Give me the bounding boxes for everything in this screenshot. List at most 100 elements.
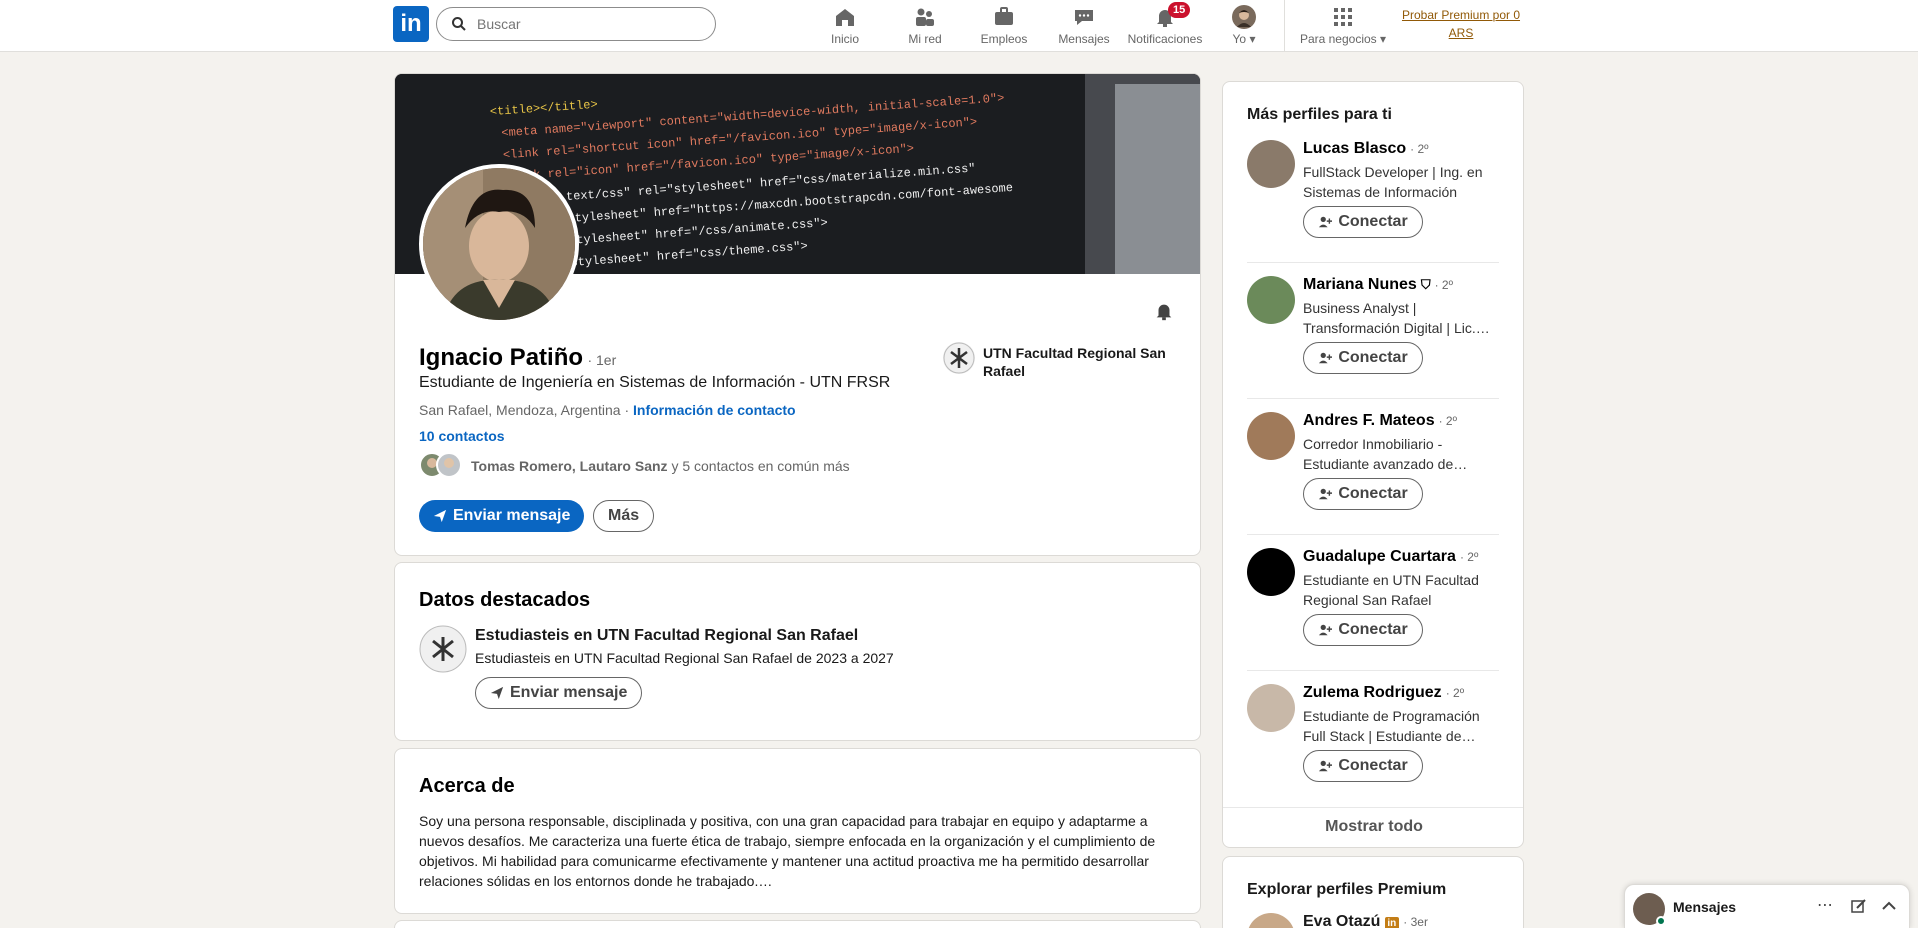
profile-headline: Estudiante de Programación Full Stack | …	[1303, 708, 1480, 744]
about-text: Soy una persona responsable, disciplinad…	[419, 813, 1156, 889]
highlight-send-message-label: Enviar mensaje	[510, 684, 628, 701]
mutual-connections[interactable]: Tomas Romero, Lautaro Sanz y 5 contactos…	[471, 458, 850, 474]
premium-profiles-card: Explorar perfiles Premium Eva Otazú in ·…	[1222, 856, 1524, 928]
compose-icon[interactable]	[1851, 898, 1867, 914]
people-icon	[916, 8, 934, 26]
connect-button[interactable]: Conectar	[1303, 614, 1423, 646]
profile-headline: Estudiante de Ingeniería en Sistemas de …	[419, 374, 891, 391]
bell-icon[interactable]	[1153, 300, 1175, 322]
search-input[interactable]	[477, 16, 677, 32]
user-avatar-icon	[1232, 5, 1256, 29]
profile-location: San Rafael, Mendoza, Argentina ·	[419, 402, 630, 418]
profile-name-row[interactable]: Lucas Blasco · 2º	[1303, 140, 1429, 158]
profile-headline: Estudiante en UTN Facultad Regional San …	[1303, 572, 1479, 608]
mutual-avatars	[419, 452, 463, 478]
school-logo	[943, 342, 975, 374]
profile-avatar[interactable]	[1247, 684, 1295, 732]
contact-info-link[interactable]: Información de contacto	[633, 402, 796, 418]
connection-degree: · 2º	[1445, 686, 1465, 700]
mutual-avatars-image	[419, 452, 462, 478]
profile-avatar[interactable]	[1247, 140, 1295, 188]
suggested-profile: Guadalupe Cuartara · 2º Estudiante en UTN …	[1247, 548, 1503, 668]
divider	[1247, 398, 1499, 399]
nav-business-label: Para negocios ▾	[1299, 32, 1387, 46]
divider	[1247, 670, 1499, 671]
highlight-title: Estudiasteis en UTN Facultad Regional Sa…	[475, 627, 859, 644]
messaging-bar[interactable]: Mensajes ⋯	[1624, 884, 1910, 928]
profile-name: Lucas Blasco	[1303, 140, 1407, 157]
highlight-school-logo	[419, 625, 467, 673]
connect-button[interactable]: Conectar	[1303, 478, 1423, 510]
nav-business[interactable]: Para negocios ▾	[1296, 4, 1390, 50]
profile-name-row[interactable]: Zulema Rodriguez · 2º	[1303, 684, 1464, 702]
nav-messaging[interactable]: Mensajes	[1056, 4, 1112, 50]
send-message-button[interactable]: Enviar mensaje	[419, 500, 585, 532]
sidebar-people-card: Más perfiles para ti Mostrar todo Lucas …	[1222, 81, 1524, 848]
suggested-profile: Zulema Rodriguez · 2º Estudiante de Progra…	[1247, 684, 1503, 804]
connections-link[interactable]: 10 contactos	[419, 428, 505, 444]
suggested-profile: Lucas Blasco · 2º FullStack Developer | In…	[1247, 140, 1503, 260]
connect-label: Conectar	[1338, 213, 1408, 230]
premium-profiles-title: Explorar perfiles Premium	[1247, 881, 1447, 898]
grid-icon	[1334, 8, 1352, 26]
profile-headline: Corredor Inmobiliario - Estudiante avanz…	[1303, 436, 1468, 472]
profile-avatar[interactable]	[1247, 548, 1295, 596]
nav-network[interactable]: Mi red	[900, 4, 950, 50]
premium-person-name: Eva Otazú	[1303, 913, 1381, 928]
highlight-send-message-button[interactable]: Enviar mensaje	[475, 677, 643, 709]
notifications-badge: 15	[1168, 2, 1191, 18]
add-person-icon	[1319, 624, 1333, 636]
verified-shield-icon: ⛉	[1420, 277, 1431, 292]
nav-home[interactable]: Inicio	[825, 4, 865, 50]
profile-name-row[interactable]: Mariana Nunes ⛉ · 2º	[1303, 276, 1453, 294]
connection-degree: · 2º	[1459, 550, 1479, 564]
add-person-icon	[1319, 216, 1333, 228]
about-card: Acerca de Soy una persona responsable, d…	[394, 748, 1201, 914]
nav-notifications-label: Notificaciones	[1127, 32, 1203, 46]
connect-label: Conectar	[1338, 485, 1408, 502]
highlights-card: Datos destacados Estudiasteis en UTN Fac…	[394, 562, 1201, 741]
online-status-dot	[1656, 916, 1666, 926]
profile-headline: FullStack Developer | Ing. en Sistemas d…	[1303, 164, 1483, 200]
profile-name-row[interactable]: Andres F. Mateos · 2º	[1303, 412, 1457, 430]
nav-jobs[interactable]: Empleos	[976, 4, 1032, 50]
search-icon	[452, 17, 466, 31]
profile-avatar[interactable]	[1247, 412, 1295, 460]
profile-card: <title></title> <meta name="viewport" co…	[394, 73, 1201, 556]
add-person-icon	[1319, 488, 1333, 500]
connection-degree: · 2º	[1410, 142, 1429, 156]
nav-notifications[interactable]: 15 Notificaciones	[1126, 2, 1204, 50]
premium-person-degree: · 3er	[1403, 915, 1428, 928]
profile-photo[interactable]	[419, 164, 579, 324]
send-icon	[433, 509, 447, 523]
chevron-down-icon: ▾	[1380, 32, 1387, 46]
profile-name-row[interactable]: Guadalupe Cuartara · 2º	[1303, 548, 1478, 566]
linkedin-logo[interactable]: in	[393, 6, 429, 42]
profile-name: Andres F. Mateos	[1303, 412, 1435, 429]
nav-messaging-label: Mensajes	[1058, 32, 1110, 46]
more-button[interactable]: Más	[593, 500, 655, 532]
nav-network-label: Mi red	[908, 32, 942, 46]
profile-avatar[interactable]	[1247, 276, 1295, 324]
premium-person-row[interactable]: Eva Otazú in · 3er	[1303, 913, 1428, 928]
profile-name: Zulema Rodriguez	[1303, 684, 1442, 701]
chevron-down-icon: ▾	[1249, 32, 1256, 46]
connect-label: Conectar	[1338, 621, 1408, 638]
more-options-icon[interactable]: ⋯	[1817, 895, 1833, 915]
premium-link[interactable]: Probar Premium por 0 ARS	[1396, 6, 1526, 42]
chevron-up-icon[interactable]	[1881, 899, 1897, 913]
show-all-button[interactable]: Mostrar todo	[1223, 818, 1523, 836]
connect-button[interactable]: Conectar	[1303, 750, 1423, 782]
connect-button[interactable]: Conectar	[1303, 206, 1423, 238]
divider	[1247, 262, 1499, 263]
suggested-profile: Mariana Nunes ⛉ · 2º Business Analyst | Tra…	[1247, 276, 1503, 396]
connect-label: Conectar	[1338, 757, 1408, 774]
nav-me[interactable]: Yo ▾	[1226, 4, 1262, 50]
search-box[interactable]	[436, 7, 716, 41]
mutual-names: Tomas Romero, Lautaro Sanz	[471, 458, 668, 474]
profile-name: Ignacio Patiño	[419, 344, 584, 371]
connect-button[interactable]: Conectar	[1303, 342, 1423, 374]
nav-jobs-label: Empleos	[980, 32, 1028, 46]
profile-photo-image	[423, 168, 575, 320]
school-name[interactable]: UTN Facultad Regional San Rafael	[983, 344, 1183, 380]
